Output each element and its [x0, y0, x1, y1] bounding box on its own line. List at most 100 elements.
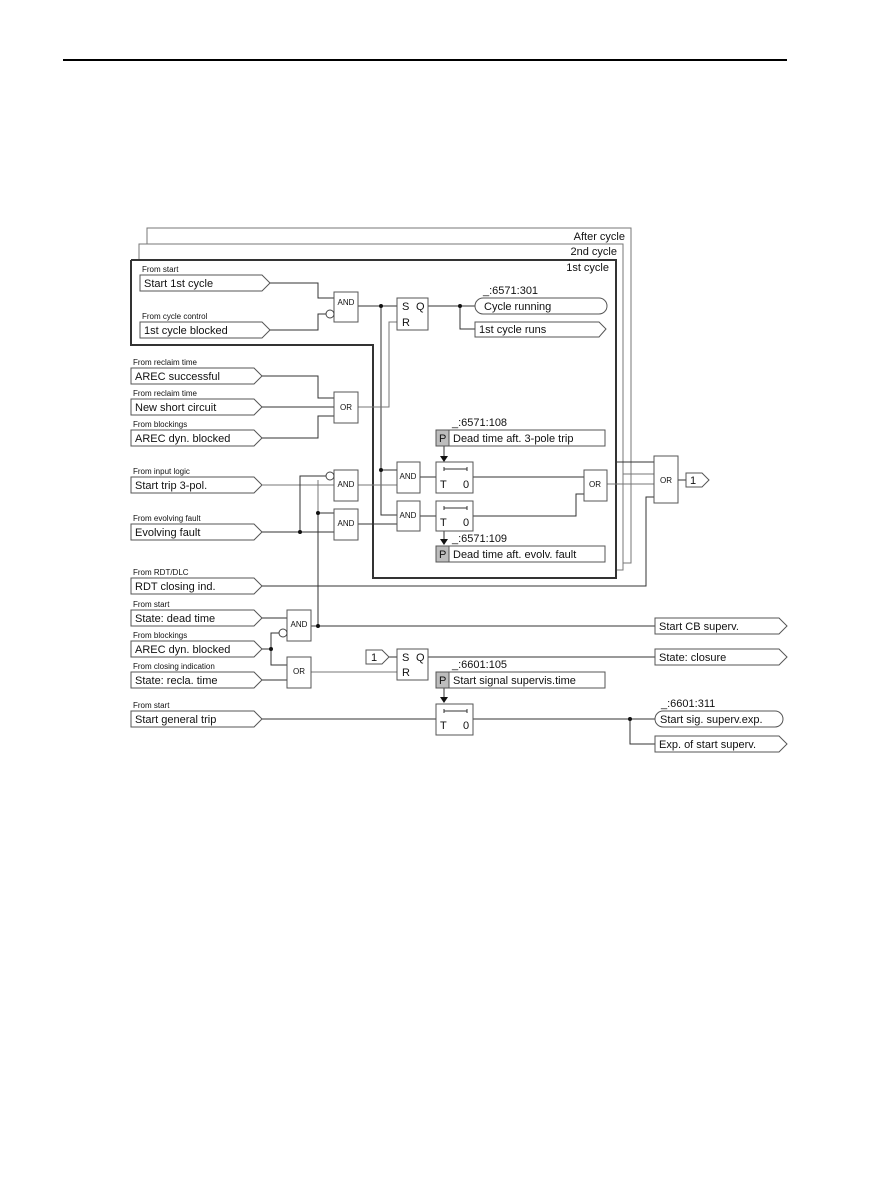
- svg-text:State: closure: State: closure: [659, 652, 726, 664]
- gate-and-evolving: AND: [333, 508, 359, 541]
- param-label: Start signal supervis.time: [453, 675, 576, 687]
- gate-and-first-cycle: AND: [325, 291, 359, 323]
- output-start-sig-superv-exp: _:6601:311 Start sig. superv.exp.: [654, 698, 784, 728]
- gate-or-final: OR: [653, 455, 679, 504]
- input-signal: From reclaim time AREC successful: [130, 358, 263, 385]
- svg-text:Q: Q: [416, 652, 425, 664]
- input-source-label: From start: [133, 701, 170, 710]
- timer-start-supervis: T 0: [435, 703, 474, 736]
- param-dead-time-evolv[interactable]: _:6571:109 P Dead time aft. evolv. fault: [435, 533, 606, 563]
- logic-diagram: After cycle 2nd cycle 1st cycle From sta…: [130, 227, 788, 753]
- input-signal: From evolving fault Evolving fault: [130, 514, 263, 541]
- input-signal: From start Start 1st cycle: [139, 265, 271, 292]
- svg-text:1: 1: [371, 652, 377, 664]
- param-dead-time-3pole[interactable]: _:6571:108 P Dead time aft. 3-pole trip: [435, 417, 606, 447]
- input-source-label: From reclaim time: [133, 358, 198, 367]
- input-signal: From closing indication State: recla. tim…: [130, 662, 263, 689]
- input-source-label: From blockings: [133, 631, 187, 640]
- svg-text:1st cycle runs: 1st cycle runs: [479, 324, 547, 336]
- gate-and-inner-1: AND: [396, 461, 421, 494]
- svg-text:P: P: [439, 433, 446, 445]
- svg-text:_:6601:311: _:6601:311: [660, 698, 715, 710]
- output-or-1: 1: [685, 472, 710, 488]
- svg-text:AND: AND: [400, 472, 417, 481]
- input-signal-label: Start trip 3-pol.: [135, 480, 207, 492]
- input-source-label: From closing indication: [133, 662, 215, 671]
- param-label: Dead time aft. 3-pole trip: [453, 433, 573, 445]
- svg-text:AND: AND: [291, 620, 308, 629]
- gate-or-closure: OR: [286, 656, 312, 689]
- input-signal-label: Start general trip: [135, 714, 216, 726]
- timer-dead-time-evolv: T 0: [435, 500, 474, 532]
- svg-text:0: 0: [463, 720, 469, 732]
- output-exp-of-start-superv: Exp. of start superv.: [654, 735, 788, 753]
- svg-text:1: 1: [690, 475, 696, 487]
- svg-text:OR: OR: [293, 667, 305, 676]
- frame-label-2nd-cycle: 2nd cycle: [571, 246, 617, 258]
- input-source-label: From input logic: [133, 467, 190, 476]
- param-label: Dead time aft. evolv. fault: [453, 549, 576, 561]
- svg-text:OR: OR: [589, 480, 601, 489]
- input-source-label: From blockings: [133, 420, 187, 429]
- input-signal-label: State: dead time: [135, 613, 215, 625]
- input-source-label: From evolving fault: [133, 514, 201, 523]
- svg-text:_:6571:301: _:6571:301: [482, 285, 538, 297]
- input-source-label: From start: [133, 600, 170, 609]
- svg-text:0: 0: [463, 517, 469, 529]
- input-signal: From start State: dead time: [130, 600, 263, 627]
- input-source-label: From reclaim time: [133, 389, 198, 398]
- output-1st-cycle-runs: 1st cycle runs: [474, 321, 607, 338]
- input-signal-label: AREC dyn. blocked: [135, 644, 230, 656]
- input-signal: From cycle control 1st cycle blocked: [139, 312, 271, 339]
- input-source-label: From RDT/DLC: [133, 568, 189, 577]
- gate-or-dead-time: OR: [583, 469, 608, 502]
- input-source-label: From start: [142, 265, 179, 274]
- input-signal: From blockings AREC dyn. blocked: [130, 420, 263, 447]
- svg-text:OR: OR: [340, 403, 352, 412]
- svg-text:AND: AND: [338, 298, 355, 307]
- param-id: _:6601:105: [451, 659, 507, 671]
- timer-dead-time-3pole: T 0: [435, 461, 474, 494]
- input-signal-label: 1st cycle blocked: [144, 325, 228, 337]
- svg-text:T: T: [440, 517, 447, 529]
- output-cycle-running: _:6571:301 Cycle running: [474, 285, 608, 315]
- input-source-label: From cycle control: [142, 312, 208, 321]
- param-id: _:6571:109: [451, 533, 507, 545]
- sr-flipflop-closure: S Q R: [396, 648, 429, 681]
- svg-text:Start CB superv.: Start CB superv.: [659, 621, 739, 633]
- svg-text:0: 0: [463, 479, 469, 491]
- output-state-closure: State: closure: [654, 648, 788, 666]
- const-one-signal: 1: [365, 649, 390, 665]
- gate-and-inner-2: AND: [396, 500, 421, 532]
- svg-text:Cycle running: Cycle running: [484, 301, 551, 313]
- svg-text:Start sig. superv.exp.: Start sig. superv.exp.: [660, 714, 763, 726]
- input-signal-label: Start 1st cycle: [144, 278, 213, 290]
- input-signal-label: State: recla. time: [135, 675, 218, 687]
- input-signal-label: Evolving fault: [135, 527, 200, 539]
- param-id: _:6571:108: [451, 417, 507, 429]
- svg-text:S: S: [402, 301, 409, 313]
- param-start-signal-supervis[interactable]: _:6601:105 P Start signal supervis.time: [435, 659, 606, 689]
- svg-text:P: P: [439, 675, 446, 687]
- svg-text:Exp. of start superv.: Exp. of start superv.: [659, 739, 756, 751]
- input-signal-label: New short circuit: [135, 402, 216, 414]
- input-signal: From start Start general trip: [130, 701, 263, 728]
- frame-label-1st-cycle: 1st cycle: [566, 262, 609, 274]
- input-signal-label: RDT closing ind.: [135, 581, 216, 593]
- svg-text:T: T: [440, 720, 447, 732]
- input-signal-label: AREC successful: [135, 371, 220, 383]
- svg-text:Q: Q: [416, 301, 425, 313]
- svg-text:P: P: [439, 549, 446, 561]
- svg-text:OR: OR: [660, 476, 672, 485]
- svg-text:S: S: [402, 652, 409, 664]
- input-signal-label: AREC dyn. blocked: [135, 433, 230, 445]
- output-start-cb-superv: Start CB superv.: [654, 617, 788, 635]
- sr-flipflop-cycle: S Q R: [396, 297, 429, 331]
- svg-text:AND: AND: [400, 511, 417, 520]
- svg-text:R: R: [402, 317, 410, 329]
- frame-label-after-cycle: After cycle: [574, 231, 625, 243]
- svg-text:T: T: [440, 479, 447, 491]
- input-signal: From input logic Start trip 3-pol.: [130, 467, 263, 494]
- input-signal: From reclaim time New short circuit: [130, 389, 263, 416]
- gate-or-reclaim: OR: [333, 391, 359, 424]
